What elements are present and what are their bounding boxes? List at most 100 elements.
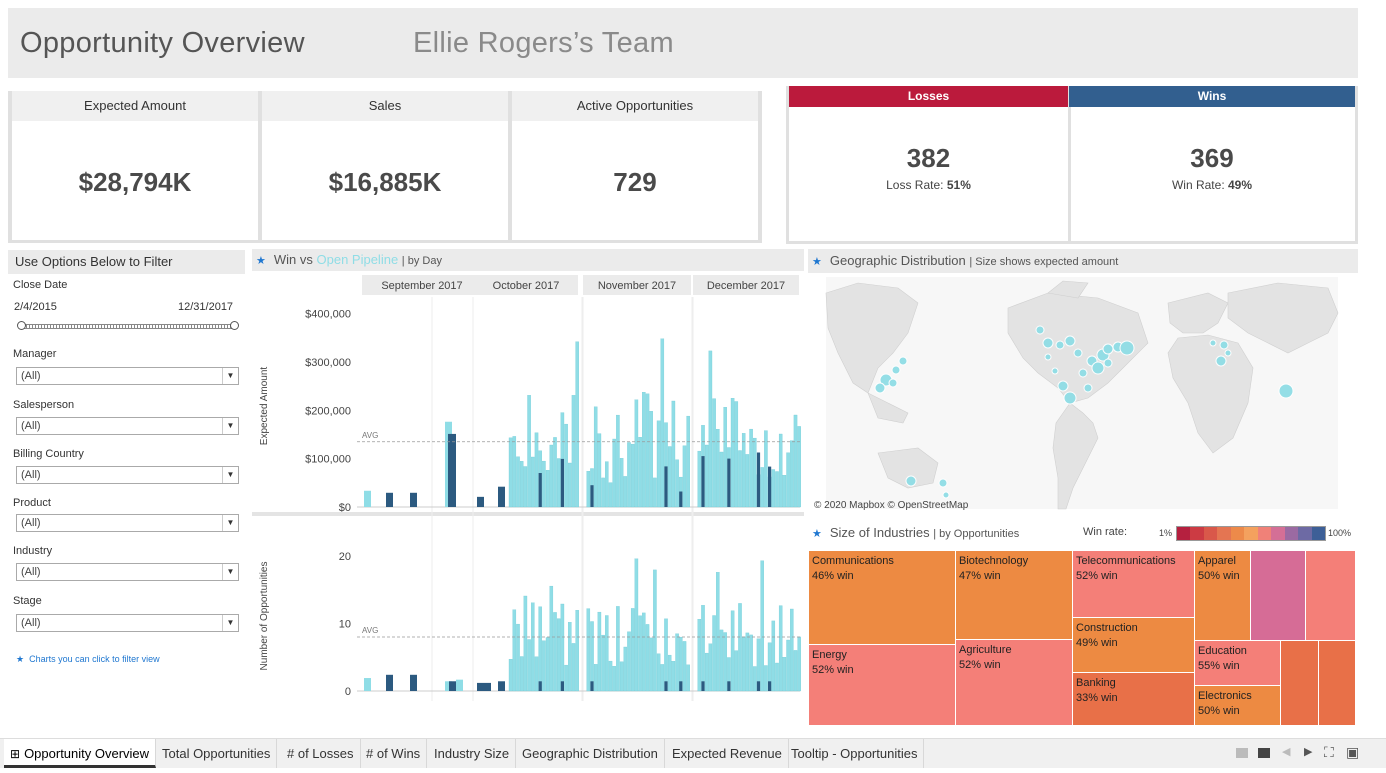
win-pipeline-svg[interactable]: September 2017 October 2017 November 2017 D…	[252, 271, 804, 701]
avg-label: AVG	[362, 431, 378, 440]
bar-lower	[531, 602, 535, 692]
bar-upper	[523, 466, 528, 508]
bar-lower	[708, 643, 713, 692]
filter-note-text: Charts you can click to filter view	[29, 654, 160, 664]
x-tick-label: Nov 1	[549, 700, 578, 701]
treemap-cell-pink[interactable]	[1250, 550, 1306, 641]
treemap-cell-orange-2[interactable]	[1318, 640, 1356, 726]
x-tick-label: Oct 1	[472, 700, 498, 701]
filter-panel: Use Options Below to Filter Close Date 2…	[8, 250, 245, 690]
cell-win: 55% win	[1198, 660, 1240, 672]
slider-handle-start[interactable]	[17, 321, 26, 330]
treemap-cell-electronics[interactable]: Electronics 50% win	[1194, 685, 1281, 726]
tab-industry-size[interactable]: Industry Size	[428, 739, 517, 768]
bar-lower	[542, 640, 546, 692]
geo-panel[interactable]: ★ Geographic Distribution | Size shows ex…	[808, 249, 1358, 513]
treemap-cell-education[interactable]: Education 55% win	[1194, 640, 1281, 686]
kpi-losses[interactable]: Losses 382 Loss Rate: 51%	[786, 86, 1071, 244]
slider-handle-end[interactable]	[230, 321, 239, 330]
tab-tooltip-opportunities[interactable]: Tooltip - Opportunities	[785, 739, 925, 768]
bar-lower	[477, 682, 484, 691]
chevron-down-icon[interactable]: ▼	[222, 467, 238, 483]
manager-select[interactable]: (All) ▼	[16, 367, 239, 385]
prev-icon[interactable]: ◀	[1282, 745, 1290, 758]
chevron-down-icon[interactable]: ▼	[222, 418, 238, 434]
kpi-expected-amount[interactable]: Expected Amount $28,794K	[8, 91, 262, 243]
tab-total-opportunities[interactable]: Total Opportunities	[156, 739, 278, 768]
filter-panel-title: Use Options Below to Filter	[8, 250, 245, 274]
bar-lower	[456, 679, 463, 691]
chevron-down-icon[interactable]: ▼	[222, 515, 238, 531]
bar-upper	[775, 471, 779, 508]
treemap-cell-apparel[interactable]: Apparel 50% win	[1194, 550, 1251, 641]
y-tick-label: 20	[339, 551, 351, 563]
bar-upper	[753, 437, 757, 508]
bar-lower	[630, 608, 635, 692]
treemap-cell-red[interactable]	[1305, 550, 1356, 641]
bar-upper	[686, 415, 690, 508]
salesperson-value: (All)	[21, 420, 41, 432]
present-icon[interactable]: ▣	[1346, 744, 1359, 761]
bar-upper	[749, 428, 753, 508]
treemap-cell-communications[interactable]: Communications 46% win	[808, 550, 956, 645]
chevron-down-icon[interactable]: ▼	[222, 564, 238, 580]
x-tick-label: Dec 1	[693, 700, 722, 701]
bar-lower	[730, 610, 735, 692]
bar-lower	[793, 650, 798, 692]
grid-view-icon[interactable]	[1236, 748, 1248, 758]
close-date-slider[interactable]	[22, 324, 235, 329]
product-value: (All)	[21, 517, 41, 529]
bar-lower	[508, 659, 513, 692]
x-tick-label: Jan 1	[773, 700, 800, 701]
filmstrip-view-icon[interactable]	[1258, 748, 1270, 758]
tab-losses[interactable]: # of Losses	[281, 739, 361, 768]
treemap-cell-banking[interactable]: Banking 33% win	[1072, 672, 1195, 726]
bar-upper-win	[727, 458, 731, 507]
treemap-cell-biotechnology[interactable]: Biotechnology 47% win	[955, 550, 1073, 640]
next-icon[interactable]: ▶	[1304, 745, 1312, 758]
bar-upper	[512, 436, 517, 508]
bar-upper	[667, 446, 672, 508]
world-map[interactable]	[808, 273, 1358, 513]
bar-lower	[667, 654, 672, 692]
bar-lower	[556, 618, 561, 692]
bar-upper-win	[560, 458, 564, 507]
stage-select[interactable]: (All) ▼	[16, 614, 239, 632]
bar-lower	[627, 631, 631, 692]
bar-lower	[642, 612, 646, 692]
billing-country-select[interactable]: (All) ▼	[16, 466, 239, 484]
bar-upper-win	[538, 473, 542, 507]
month-header: December 2017	[707, 280, 785, 292]
bar-lower	[797, 636, 801, 692]
geo-header: ★ Geographic Distribution | Size shows ex…	[808, 249, 1358, 273]
bar-upper	[534, 432, 539, 508]
treemap-cell-agriculture[interactable]: Agriculture 52% win	[955, 639, 1073, 726]
kpi-sales[interactable]: Sales $16,885K	[258, 91, 512, 243]
treemap-cell-energy[interactable]: Energy 52% win	[808, 644, 956, 726]
fullscreen-icon[interactable]: ⛶	[1324, 744, 1334, 761]
kpi-active-opportunities[interactable]: Active Opportunities 729	[508, 91, 762, 243]
bar-lower	[597, 611, 602, 692]
product-select[interactable]: (All) ▼	[16, 514, 239, 532]
cell-name: Agriculture	[959, 644, 1012, 656]
bar-lower	[664, 618, 668, 692]
chevron-down-icon[interactable]: ▼	[222, 615, 238, 631]
bar-lower	[786, 639, 790, 692]
tab-wins[interactable]: # of Wins	[360, 739, 428, 768]
tab-geographic-distribution[interactable]: Geographic Distribution	[516, 739, 665, 768]
treemap-cell-construction[interactable]: Construction 49% win	[1072, 617, 1195, 673]
bar-upper-win	[701, 456, 705, 507]
bar-lower-win	[590, 681, 594, 691]
industries-panel[interactable]: ★ Size of Industries | by Opportunities W…	[808, 520, 1358, 730]
industry-select[interactable]: (All) ▼	[16, 563, 239, 581]
tab-expected-revenue[interactable]: Expected Revenue	[666, 739, 789, 768]
bar-upper	[542, 460, 546, 508]
win-pipeline-chart[interactable]: ★ Win vs Open Pipeline | by Day September…	[252, 249, 804, 701]
treemap-cell-telecommunications[interactable]: Telecommunications 52% win	[1072, 550, 1195, 618]
salesperson-select[interactable]: (All) ▼	[16, 417, 239, 435]
tab-opportunity-overview[interactable]: ⊞ Opportunity Overview	[4, 739, 157, 768]
kpi-wins[interactable]: Wins 369 Win Rate: 49%	[1069, 86, 1358, 244]
treemap[interactable]: Communications 46% win Biotechnology 47% w…	[808, 550, 1356, 726]
chevron-down-icon[interactable]: ▼	[222, 368, 238, 384]
treemap-cell-orange[interactable]	[1280, 640, 1319, 726]
